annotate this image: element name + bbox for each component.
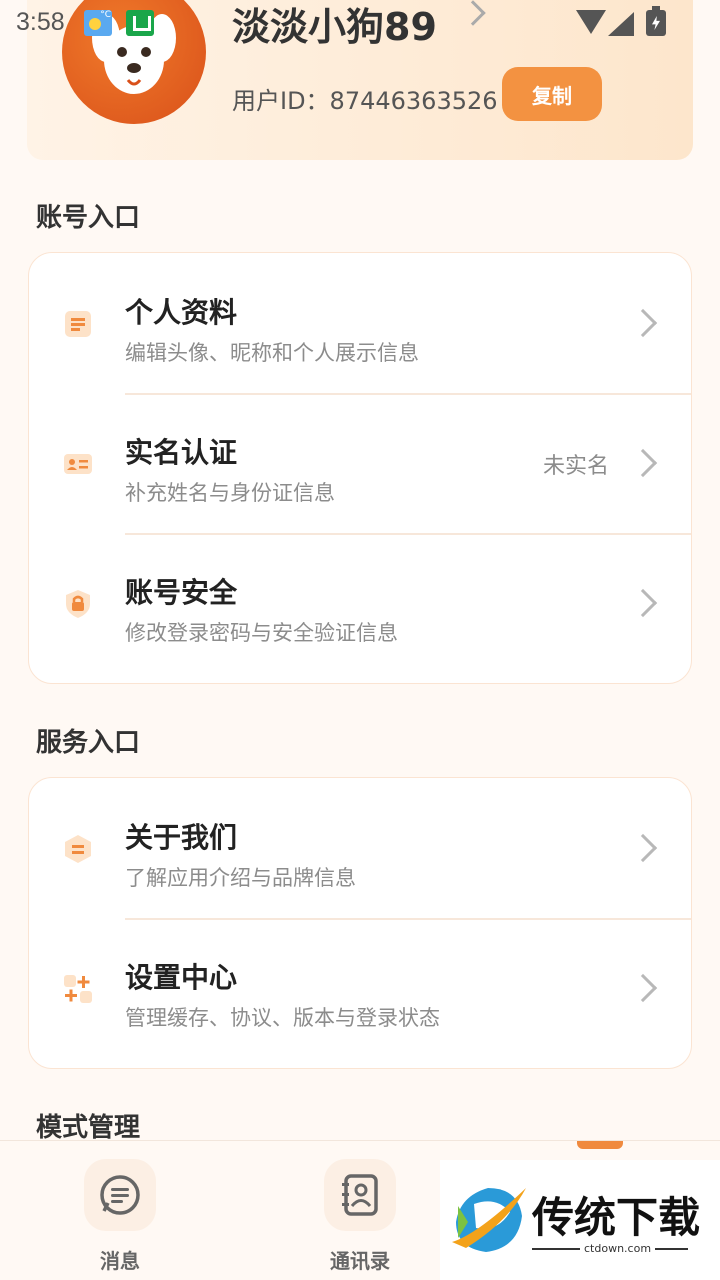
menu-item-title: 账号安全 — [125, 576, 238, 609]
menu-item-title: 个人资料 — [125, 296, 238, 329]
chevron-right-icon — [628, 308, 658, 338]
chevron-right-icon — [628, 588, 658, 618]
shield-lock-icon — [66, 590, 90, 618]
watermark: 传统下载 ctdown.com — [440, 1160, 720, 1280]
contacts-icon — [324, 1159, 396, 1231]
user-id: 用户ID：87446363526 — [232, 87, 498, 115]
weather-badge: °C — [100, 10, 111, 20]
status-bar: 3:58 °C — [0, 0, 720, 48]
watermark-brand: 传统下载 — [532, 1193, 701, 1242]
document-icon — [65, 311, 91, 337]
message-icon — [84, 1159, 156, 1231]
chevron-right-icon — [628, 973, 658, 1003]
menu-item-profile[interactable]: 个人资料 编辑头像、昵称和个人展示信息 — [29, 253, 691, 393]
settings-blocks-icon — [64, 975, 92, 1003]
active-tab-indicator — [577, 1141, 623, 1149]
verification-status: 未实名 — [543, 454, 610, 479]
menu-item-desc: 修改登录密码与安全验证信息 — [125, 621, 398, 645]
watermark-domain: ctdown.com — [580, 1242, 656, 1255]
nav-tab-contacts[interactable]: 通讯录 — [300, 1159, 420, 1273]
account-card: 个人资料 编辑头像、昵称和个人展示信息 实名认证 补充姓名与身份证信息 未实名 … — [28, 252, 692, 684]
menu-item-settings[interactable]: 设置中心 管理缓存、协议、版本与登录状态 — [29, 918, 691, 1058]
nav-tab-messages[interactable]: 消息 — [60, 1159, 180, 1273]
menu-item-real-name[interactable]: 实名认证 补充姓名与身份证信息 未实名 — [29, 393, 691, 533]
chevron-right-icon — [628, 833, 658, 863]
menu-item-desc: 了解应用介绍与品牌信息 — [125, 866, 356, 890]
section-title-service: 服务入口 — [36, 728, 141, 758]
copy-id-button[interactable]: 复制 — [502, 67, 602, 121]
info-hexagon-icon — [65, 835, 91, 863]
nav-label: 消息 — [100, 1249, 140, 1273]
battery-charging-icon — [646, 6, 666, 36]
menu-item-title: 关于我们 — [125, 821, 238, 854]
nav-label: 通讯录 — [330, 1249, 390, 1273]
section-title-mode: 模式管理 — [36, 1113, 141, 1143]
menu-item-desc: 管理缓存、协议、版本与登录状态 — [125, 1006, 440, 1030]
menu-item-title: 设置中心 — [125, 961, 238, 994]
wifi-icon — [576, 10, 606, 34]
weather-notification-icon: °C — [84, 10, 112, 36]
chevron-right-icon — [628, 448, 658, 478]
menu-item-about-us[interactable]: 关于我们 了解应用介绍与品牌信息 — [29, 778, 691, 918]
service-card: 关于我们 了解应用介绍与品牌信息 设置中心 管理缓存、协议、版本与登录状态 — [28, 777, 692, 1069]
cellular-signal-icon — [608, 12, 634, 36]
menu-item-desc: 编辑头像、昵称和个人展示信息 — [125, 341, 419, 365]
status-time: 3:58 — [16, 8, 65, 36]
section-title-account: 账号入口 — [36, 203, 141, 233]
id-card-icon — [64, 454, 92, 474]
menu-item-title: 实名认证 — [125, 436, 238, 469]
app-notification-icon — [126, 10, 154, 36]
menu-item-desc: 补充姓名与身份证信息 — [125, 481, 335, 505]
menu-item-account-security[interactable]: 账号安全 修改登录密码与安全验证信息 — [29, 533, 691, 673]
brand-logo-icon — [452, 1188, 526, 1252]
